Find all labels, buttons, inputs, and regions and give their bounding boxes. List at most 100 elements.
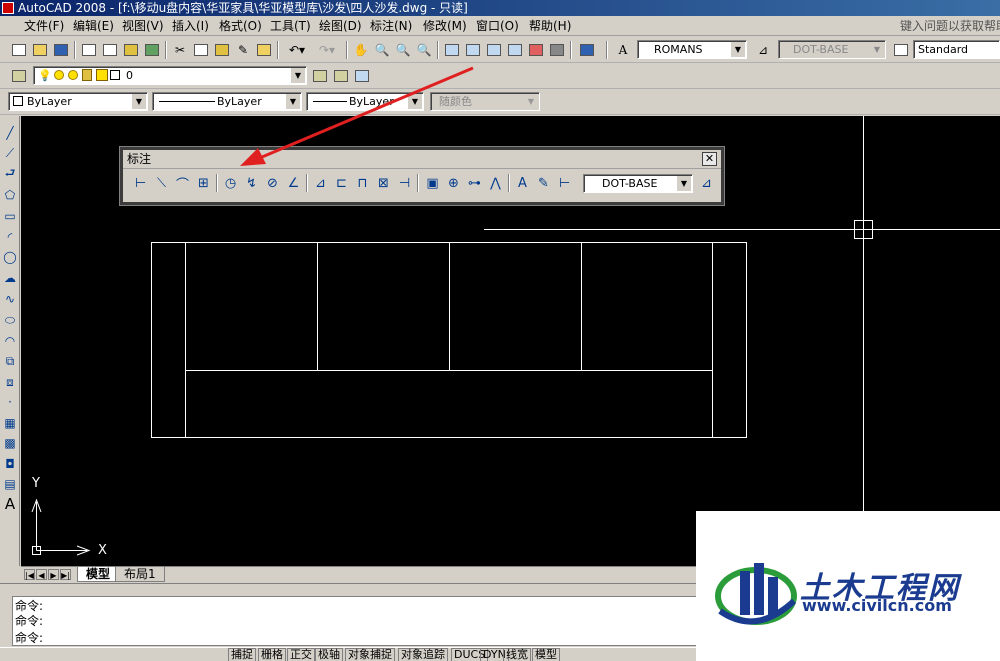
quick-dimension-icon[interactable]: ⊿ [311, 174, 330, 193]
make-layer-current-icon[interactable] [311, 67, 329, 85]
dimension-edit-icon[interactable]: A [513, 174, 532, 193]
tab-model[interactable]: 模型 [77, 567, 120, 582]
insert-block-icon[interactable]: ⧉ [1, 352, 19, 370]
text-style-icon[interactable]: A [614, 41, 632, 59]
help-search-box[interactable]: 键入问题以获取帮助 [900, 18, 1000, 34]
polar-toggle[interactable]: 极轴 [315, 648, 343, 661]
linetype-dropdown[interactable]: ByLayer ▼ [152, 92, 302, 111]
layer-dropdown[interactable]: 💡 0 ▼ [33, 66, 307, 85]
revision-cloud-icon[interactable]: ☁ [1, 269, 19, 287]
cut-icon[interactable]: ✂ [171, 41, 189, 59]
autocad-app-icon[interactable] [2, 2, 14, 14]
ellipse-icon[interactable]: ⬭ [1, 311, 19, 329]
command-prompt[interactable]: 命令: [15, 630, 43, 646]
menu-window[interactable]: 窗口(O) [476, 18, 519, 34]
last-tab-icon[interactable]: ▶| [60, 569, 71, 580]
layer-states-icon[interactable] [353, 67, 371, 85]
table-style-icon[interactable] [892, 41, 910, 59]
linear-dimension-icon[interactable]: ⊢ [131, 174, 150, 193]
undo-icon[interactable]: ↶▾ [283, 41, 311, 59]
ellipse-arc-icon[interactable]: ◠ [1, 332, 19, 350]
zoom-realtime-icon[interactable]: 🔍 [373, 41, 391, 59]
otrack-toggle[interactable]: 对象追踪 [398, 648, 448, 661]
markup-icon[interactable] [527, 41, 545, 59]
previous-tab-icon[interactable]: ◀ [36, 569, 47, 580]
ordinate-dimension-icon[interactable]: ⊞ [194, 174, 213, 193]
lineweight-toggle[interactable]: 线宽 [503, 648, 531, 661]
dimension-style-manager-icon[interactable]: ⊿ [697, 174, 716, 193]
plot-style-dropdown[interactable]: 随颜色 ▼ [430, 92, 540, 111]
properties-icon[interactable] [443, 41, 461, 59]
plot-preview-icon[interactable] [101, 41, 119, 59]
menu-tools[interactable]: 工具(T) [270, 18, 311, 34]
circle-icon[interactable]: ◯ [1, 248, 19, 266]
diameter-dimension-icon[interactable]: ⊘ [263, 174, 282, 193]
layer-manager-icon[interactable] [10, 67, 28, 85]
radius-dimension-icon[interactable]: ◷ [221, 174, 240, 193]
color-dropdown[interactable]: ByLayer ▼ [8, 92, 148, 111]
arc-icon[interactable]: ◜ [1, 228, 19, 246]
menu-file[interactable]: 文件(F) [24, 18, 64, 34]
snap-toggle[interactable]: 捕捉 [228, 648, 256, 661]
spline-icon[interactable]: ∿ [1, 290, 19, 308]
ortho-toggle[interactable]: 正交 [287, 648, 315, 661]
jogged-linear-icon[interactable]: ⋀ [486, 174, 505, 193]
dimension-space-icon[interactable]: ⊠ [374, 174, 393, 193]
menu-insert[interactable]: 插入(I) [172, 18, 209, 34]
angular-dimension-icon[interactable]: ∠ [284, 174, 303, 193]
model-toggle[interactable]: 模型 [532, 648, 560, 661]
hatch-icon[interactable]: ▦ [1, 414, 19, 432]
match-properties-icon[interactable]: ✎ [234, 41, 252, 59]
open-icon[interactable] [31, 41, 49, 59]
zoom-window-icon[interactable]: 🔍 [394, 41, 412, 59]
paste-icon[interactable] [213, 41, 231, 59]
dim-style-dropdown-floating[interactable]: DOT-BASE ▼ [583, 174, 693, 193]
3d-dwf-icon[interactable] [143, 41, 161, 59]
make-block-icon[interactable]: ⧈ [1, 373, 19, 391]
aligned-dimension-icon[interactable]: ⟍ [152, 174, 171, 193]
polyline-icon[interactable]: ⮐ [1, 165, 19, 183]
plot-icon[interactable] [80, 41, 98, 59]
tab-layout1[interactable]: 布局1 [115, 567, 165, 582]
arc-length-icon[interactable]: ⌒ [173, 174, 192, 193]
dimension-update-icon[interactable]: ⊢ [555, 174, 574, 193]
menu-format[interactable]: 格式(O) [219, 18, 262, 34]
jogged-dimension-icon[interactable]: ↯ [242, 174, 261, 193]
lineweight-dropdown[interactable]: ByLayer ▼ [306, 92, 424, 111]
calculator-icon[interactable] [548, 41, 566, 59]
save-icon[interactable] [52, 41, 70, 59]
gradient-icon[interactable]: ▩ [1, 434, 19, 452]
text-style-dropdown[interactable]: ROMANS ▼ [637, 40, 747, 59]
command-history[interactable]: 命令: 命令: 命令: [12, 596, 698, 646]
design-center-icon[interactable] [464, 41, 482, 59]
layer-previous-icon[interactable] [332, 67, 350, 85]
next-tab-icon[interactable]: ▶ [48, 569, 59, 580]
baseline-dimension-icon[interactable]: ⊏ [332, 174, 351, 193]
close-icon[interactable]: ✕ [702, 152, 717, 166]
menu-view[interactable]: 视图(V) [122, 18, 164, 34]
dimension-text-edit-icon[interactable]: ✎ [534, 174, 553, 193]
redo-icon[interactable]: ↷▾ [313, 41, 341, 59]
point-icon[interactable]: · [1, 393, 19, 411]
center-mark-icon[interactable]: ⊕ [444, 174, 463, 193]
dimension-toolbar-title[interactable]: 标注 ✕ [123, 150, 721, 169]
dim-style-icon[interactable]: ⊿ [754, 41, 772, 59]
dim-style-dropdown[interactable]: DOT-BASE ▼ [778, 40, 886, 59]
block-editor-icon[interactable] [255, 41, 273, 59]
new-icon[interactable] [10, 41, 28, 59]
continue-dimension-icon[interactable]: ⊓ [353, 174, 372, 193]
menu-edit[interactable]: 编辑(E) [73, 18, 114, 34]
tolerance-icon[interactable]: ▣ [423, 174, 442, 193]
first-tab-icon[interactable]: |◀ [24, 569, 35, 580]
multiline-text-icon[interactable]: A [1, 495, 19, 513]
sheet-set-icon[interactable] [506, 41, 524, 59]
menu-draw[interactable]: 绘图(D) [319, 18, 362, 34]
line-icon[interactable]: ╱ [1, 124, 19, 142]
tool-palettes-icon[interactable] [485, 41, 503, 59]
table-icon[interactable]: ▤ [1, 475, 19, 493]
osnap-toggle[interactable]: 对象捕捉 [345, 648, 395, 661]
publish-icon[interactable] [122, 41, 140, 59]
help-icon[interactable] [578, 41, 596, 59]
table-style-dropdown[interactable]: Standard [913, 40, 1000, 59]
polygon-icon[interactable]: ⬠ [1, 186, 19, 204]
